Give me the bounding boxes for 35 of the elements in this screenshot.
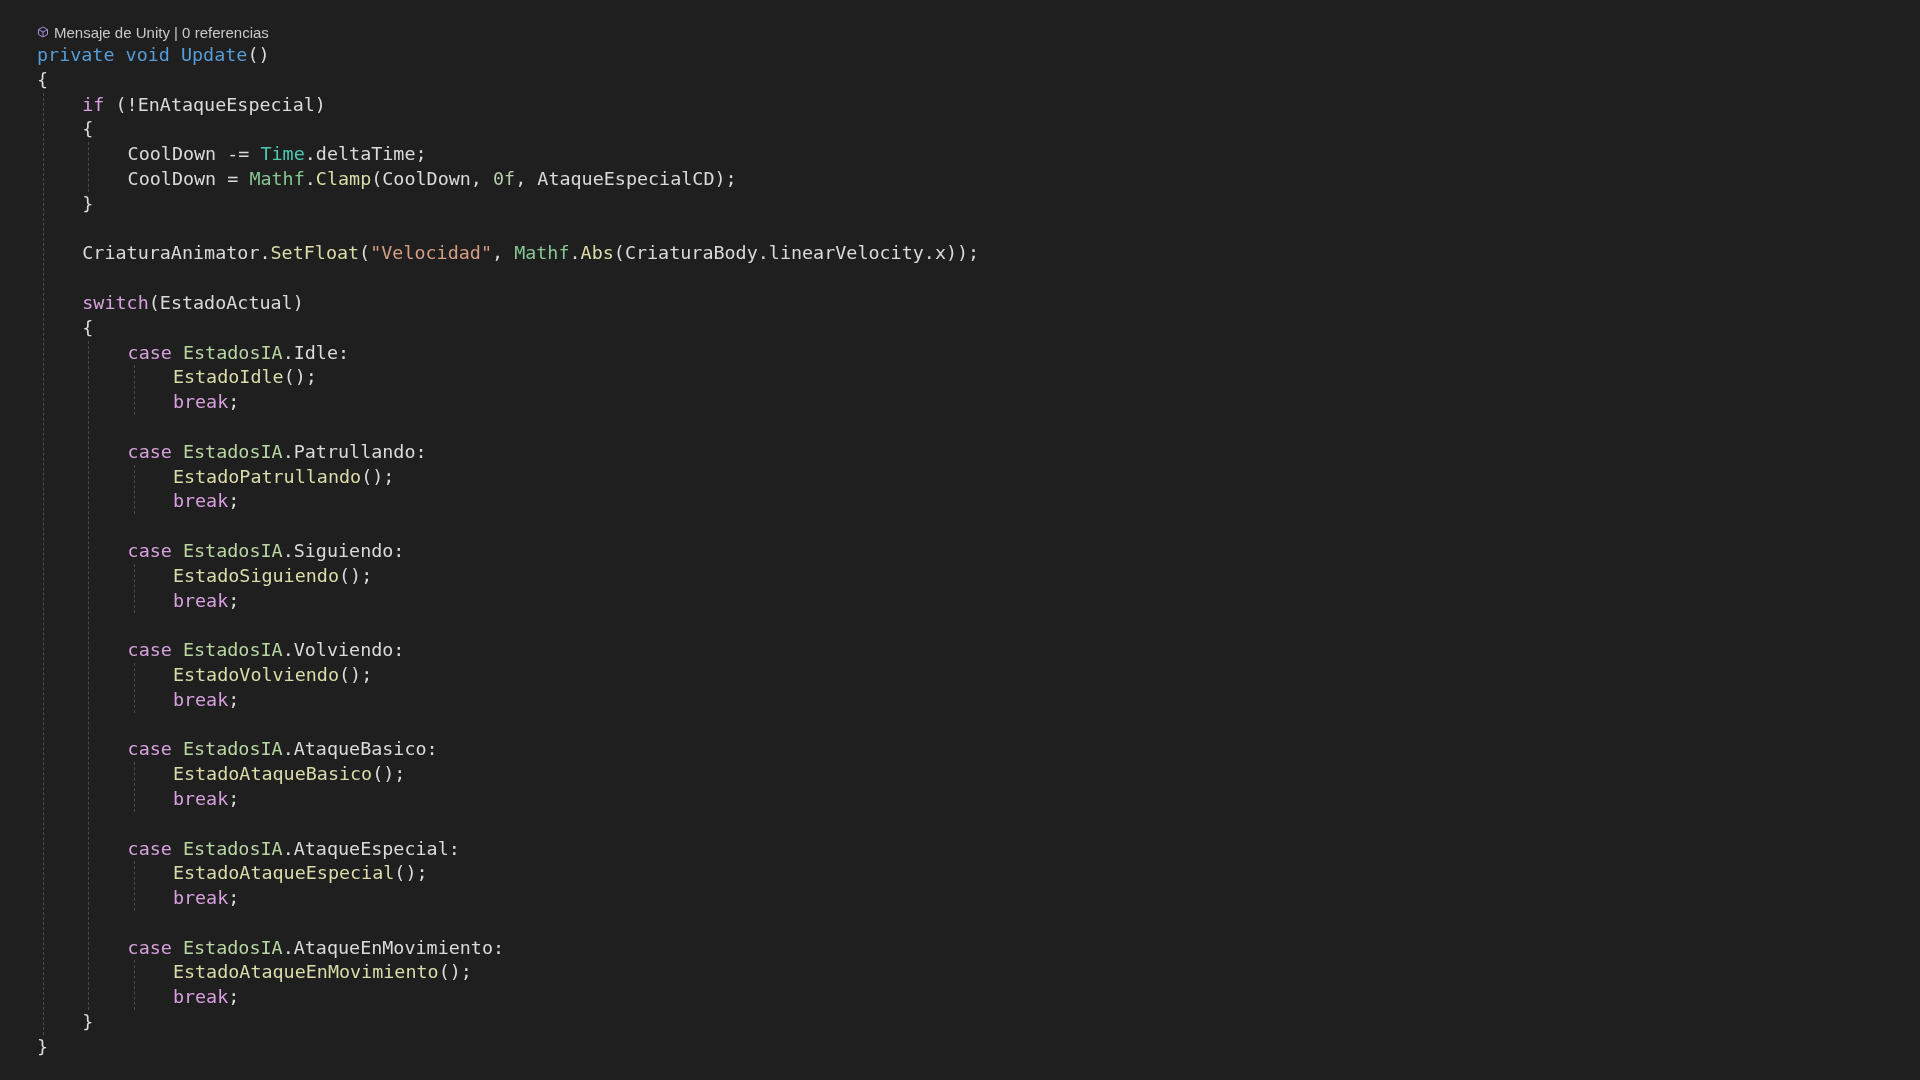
code-line: EstadoSiguiendo();	[172, 564, 373, 586]
code-line: CriaturaAnimator.SetFloat("Velocidad", Mathf.Abs(CriaturaBody.linearVelocity.x));	[82, 242, 980, 264]
code-line: case EstadosIA.AtaqueBasico:	[127, 738, 438, 760]
code-line: {	[37, 68, 49, 90]
code-line: break;	[172, 986, 240, 1008]
code-line: {	[82, 118, 94, 140]
code-line: if (!EnAtaqueEspecial)	[82, 93, 326, 115]
code-line: }	[82, 1011, 94, 1033]
cube-icon	[37, 26, 49, 38]
code-line: case EstadosIA.AtaqueEspecial:	[127, 837, 460, 859]
code-line: CoolDown = Mathf.Clamp(CoolDown, 0f, AtaqueEspecialCD);	[127, 168, 737, 189]
code-line: break;	[172, 391, 240, 413]
code-line: }	[37, 1035, 49, 1057]
code-line: break;	[172, 688, 240, 710]
code-line: break;	[172, 589, 240, 611]
code-line: case EstadosIA.AtaqueEnMovimiento:	[127, 936, 505, 958]
code-line: EstadoVolviendo();	[172, 663, 373, 685]
code-line: EstadoAtaqueBasico();	[172, 763, 406, 785]
code-line: switch(EstadoActual)	[82, 291, 304, 313]
code-line: case EstadosIA.Patrullando:	[127, 440, 427, 462]
code-line: break;	[172, 787, 240, 809]
code-line: case EstadosIA.Idle:	[127, 341, 350, 363]
code-line: private void Update()	[37, 44, 270, 65]
code-line: case EstadosIA.Volviendo:	[127, 639, 405, 661]
code-line: EstadoAtaqueEspecial();	[172, 862, 428, 884]
code-line: break;	[172, 887, 240, 909]
code-line: EstadoIdle();	[172, 366, 317, 388]
code-line: case EstadosIA.Siguiendo:	[127, 539, 405, 561]
code-line: }	[82, 192, 94, 214]
code-line: EstadoPatrullando();	[172, 465, 395, 487]
code-line: EstadoAtaqueEnMovimiento();	[172, 961, 472, 983]
code-line: CoolDown -= Time.deltaTime;	[127, 143, 427, 165]
code-line: break;	[172, 490, 240, 512]
code-line: {	[82, 316, 94, 338]
codelens-link[interactable]: Mensaje de Unity | 0 referencias	[54, 23, 269, 41]
